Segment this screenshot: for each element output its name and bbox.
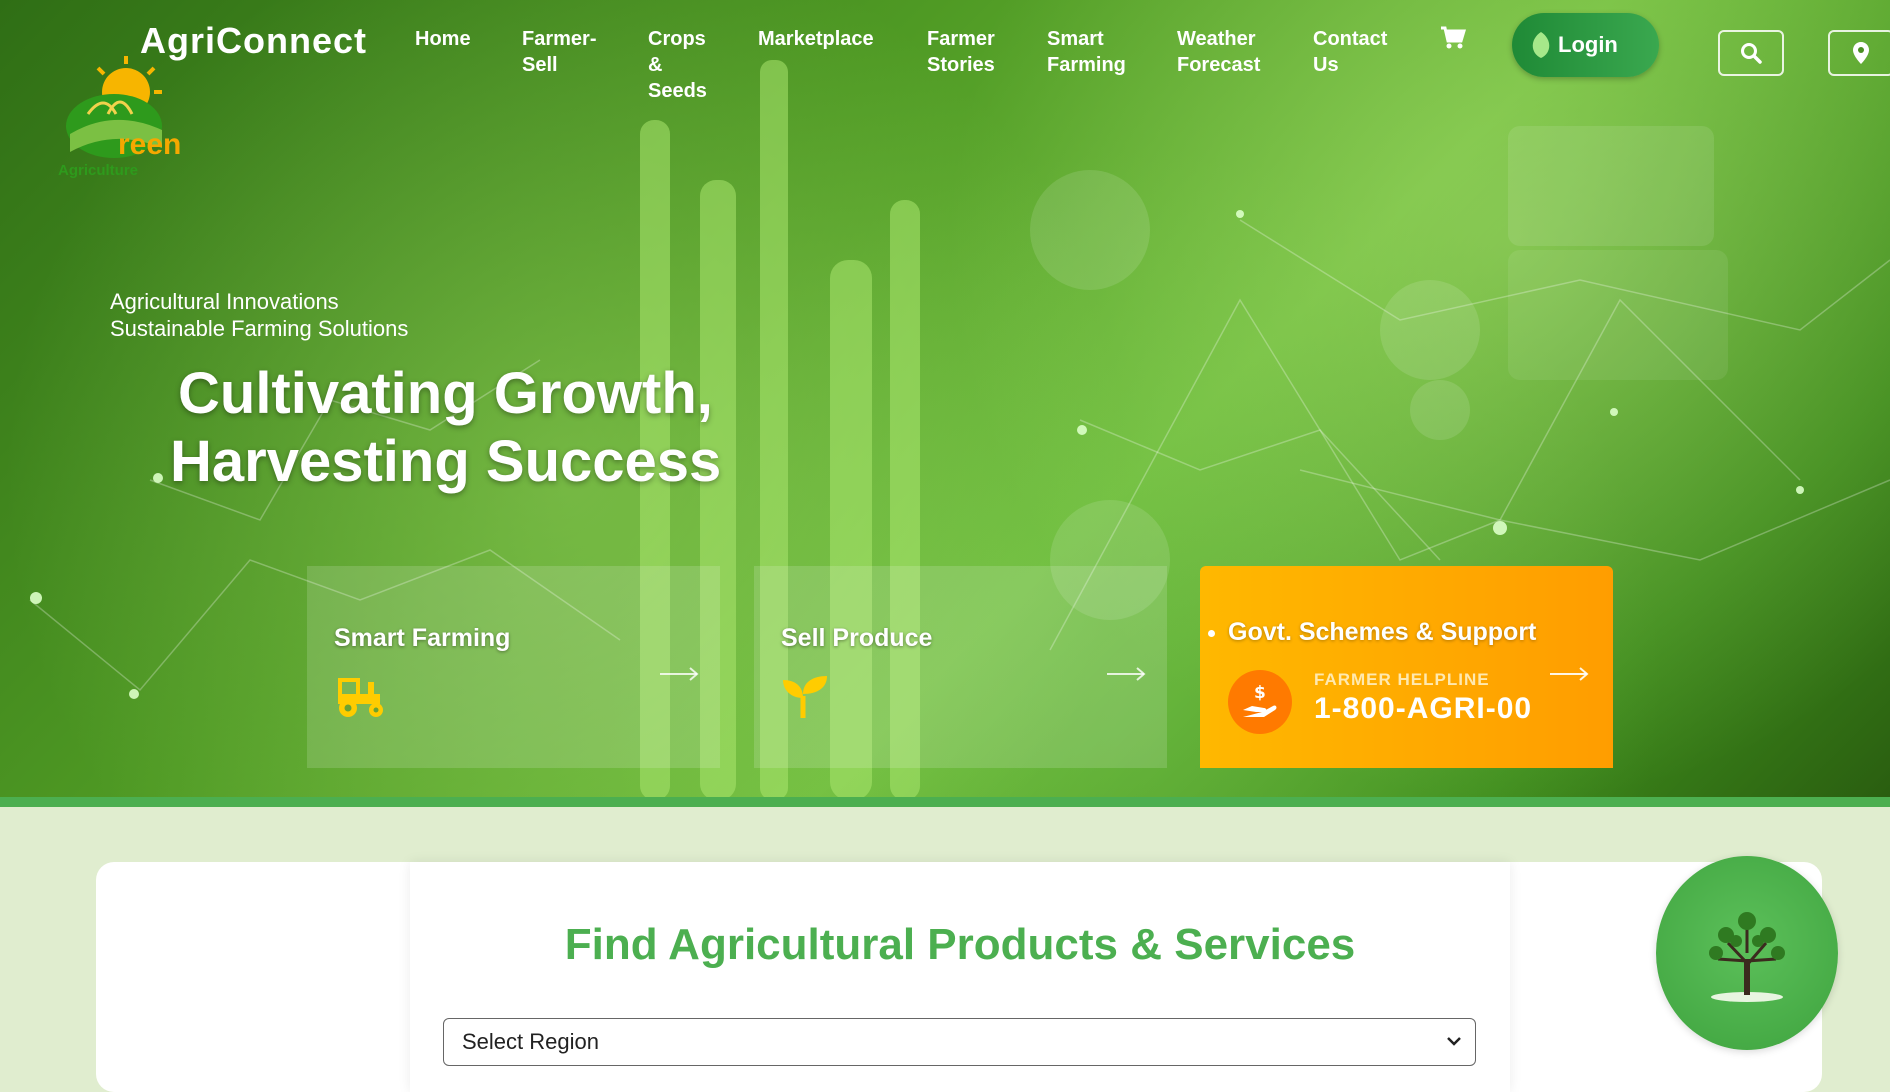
tree-icon bbox=[1709, 912, 1785, 1002]
headline-line-1: Cultivating Growth, bbox=[178, 361, 713, 426]
hero-headline: Cultivating Growth, Harvesting Success bbox=[170, 360, 878, 496]
hero-eyebrow: Agricultural Innovations Sustainable Far… bbox=[110, 288, 408, 342]
tractor-icon bbox=[338, 678, 383, 717]
arrow-right-icon bbox=[1550, 667, 1589, 681]
card-govt-schemes[interactable]: Govt. Schemes & Support $ FARMER HELPLIN… bbox=[1200, 566, 1613, 768]
login-button[interactable]: Login bbox=[1512, 13, 1659, 77]
nav-smart-farming[interactable]: Smart Farming bbox=[1047, 26, 1126, 78]
card-smart-farming[interactable]: Smart Farming bbox=[307, 566, 720, 768]
helpline-icon-badge: $ bbox=[1228, 670, 1292, 734]
card-sell-produce[interactable]: Sell Produce bbox=[754, 566, 1167, 768]
search-button[interactable] bbox=[1718, 30, 1784, 76]
nav-crops-seeds[interactable]: Crops & Seeds bbox=[648, 26, 707, 104]
search-icon bbox=[1741, 43, 1762, 64]
nav-weather-forecast[interactable]: Weather Forecast bbox=[1177, 26, 1260, 78]
arrow-right-icon bbox=[1107, 667, 1146, 681]
hero-banner: AgriConnect reen Agriculture Home Farmer… bbox=[0, 0, 1890, 797]
nav-farmer-stories[interactable]: Farmer Stories bbox=[927, 26, 995, 78]
nav-farmer-sell[interactable]: Farmer- Sell bbox=[522, 26, 596, 78]
eyebrow-line-1: Agricultural Innovations bbox=[110, 289, 339, 314]
region-select[interactable]: Select Region bbox=[443, 1018, 1476, 1066]
chevron-down-icon bbox=[1447, 1037, 1461, 1046]
hand-dollar-icon: $ bbox=[1243, 683, 1277, 717]
map-pin-icon bbox=[1853, 42, 1869, 64]
nav-home[interactable]: Home bbox=[415, 26, 471, 52]
card-sell-produce-title: Sell Produce bbox=[781, 624, 933, 652]
cart-icon[interactable] bbox=[1440, 26, 1466, 50]
svg-text:$: $ bbox=[1254, 683, 1266, 703]
logo-wordmark: reen bbox=[118, 128, 182, 161]
region-select-value: Select Region bbox=[462, 1029, 599, 1054]
headline-line-2: Harvesting Success bbox=[170, 429, 722, 494]
card-govt-schemes-title: Govt. Schemes & Support bbox=[1207, 618, 1537, 646]
eyebrow-line-2: Sustainable Farming Solutions bbox=[110, 316, 409, 341]
nav-marketplace[interactable]: Marketplace bbox=[758, 26, 874, 52]
hero-divider bbox=[0, 797, 1890, 807]
tree-badge[interactable] bbox=[1656, 856, 1838, 1050]
sprout-icon bbox=[783, 676, 827, 718]
card-smart-farming-title: Smart Farming bbox=[334, 624, 511, 652]
leaf-icon bbox=[1532, 32, 1550, 58]
logo-tagline: Agriculture bbox=[58, 162, 139, 179]
nav-contact-us[interactable]: Contact Us bbox=[1313, 26, 1387, 78]
helpline-number[interactable]: 1-800-AGRI-00 bbox=[1314, 692, 1532, 726]
helpline-label: FARMER HELPLINE bbox=[1314, 670, 1490, 689]
arrow-right-icon bbox=[660, 667, 699, 681]
login-label: Login bbox=[1558, 32, 1618, 57]
section-title: Find Agricultural Products & Services bbox=[564, 920, 1356, 969]
location-button[interactable] bbox=[1828, 30, 1890, 76]
